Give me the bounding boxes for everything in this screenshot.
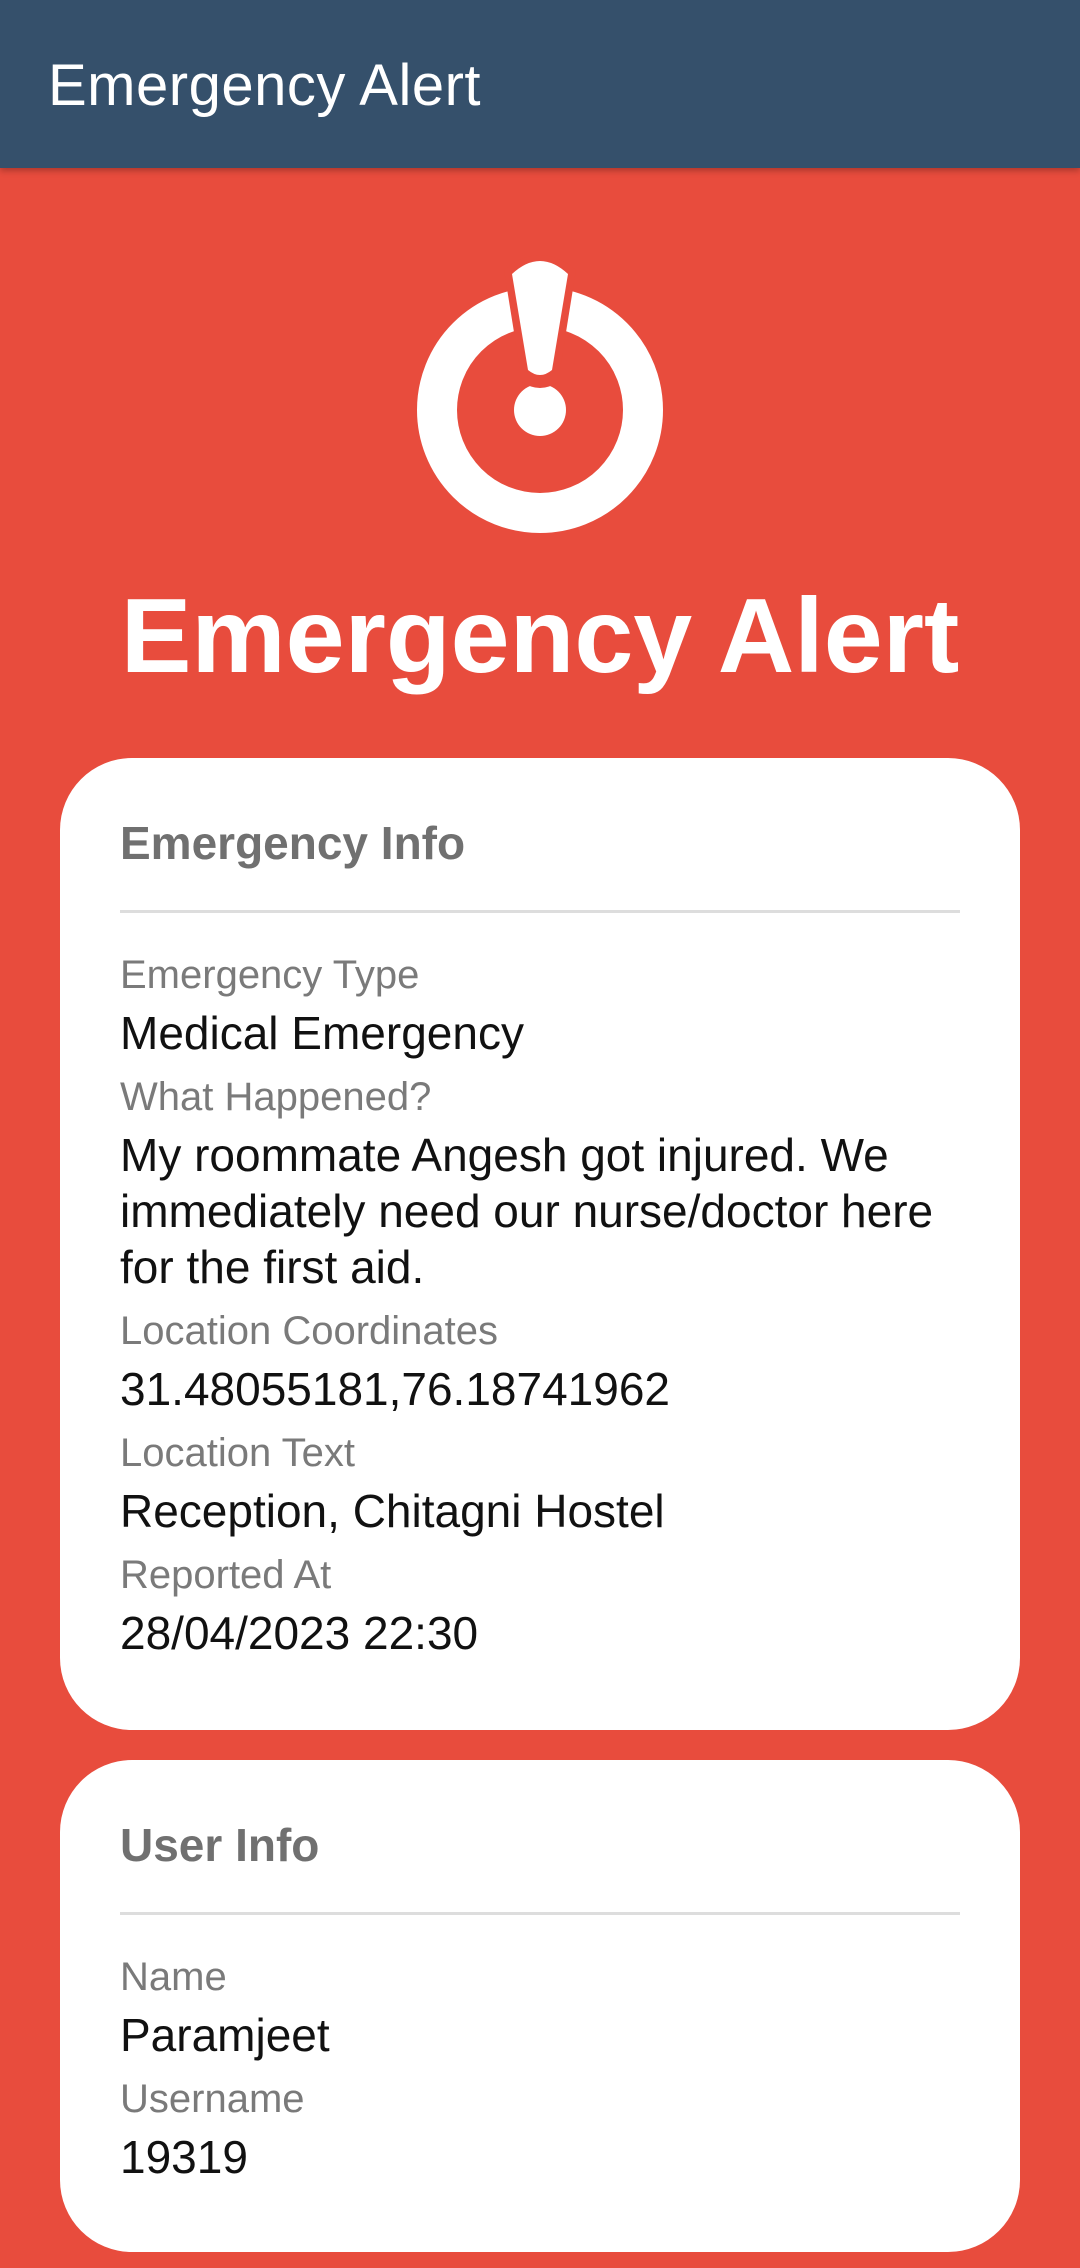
location-coordinates-label: Location Coordinates: [120, 1309, 499, 1353]
alert-siren-icon: [417, 255, 663, 533]
username-label: Username: [120, 2077, 305, 2121]
reported-at-value: 28/04/2023 22:30: [120, 1607, 479, 1659]
divider: [120, 1912, 960, 1915]
app-bar-title: Emergency Alert: [48, 53, 482, 118]
divider: [120, 910, 960, 913]
location-text-value: Reception, Chitagni Hostel: [120, 1485, 665, 1537]
user-info-title: User Info: [120, 1819, 320, 1871]
location-text-label: Location Text: [120, 1431, 355, 1475]
username-value: 19319: [120, 2131, 248, 2183]
location-coordinates-value: 31.48055181,76.18741962: [120, 1363, 671, 1415]
user-info-card: User Info Name Paramjeet Username 19319: [60, 1760, 1020, 2252]
name-label: Name: [120, 1955, 227, 1999]
emergency-info-card: Emergency Info Emergency Type Medical Em…: [60, 758, 1020, 1730]
emergency-type-label: Emergency Type: [120, 953, 420, 997]
emergency-info-title: Emergency Info: [120, 817, 466, 869]
reported-at-label: Reported At: [120, 1553, 332, 1597]
emergency-type-value: Medical Emergency: [120, 1007, 524, 1059]
app-bar: Emergency Alert: [0, 0, 1080, 168]
hero-title: Emergency Alert: [120, 577, 960, 695]
what-happened-value: My roommate Angesh got injured. We immed…: [120, 1129, 934, 1293]
name-value: Paramjeet: [120, 2009, 330, 2061]
what-happened-label: What Happened?: [120, 1075, 432, 1119]
